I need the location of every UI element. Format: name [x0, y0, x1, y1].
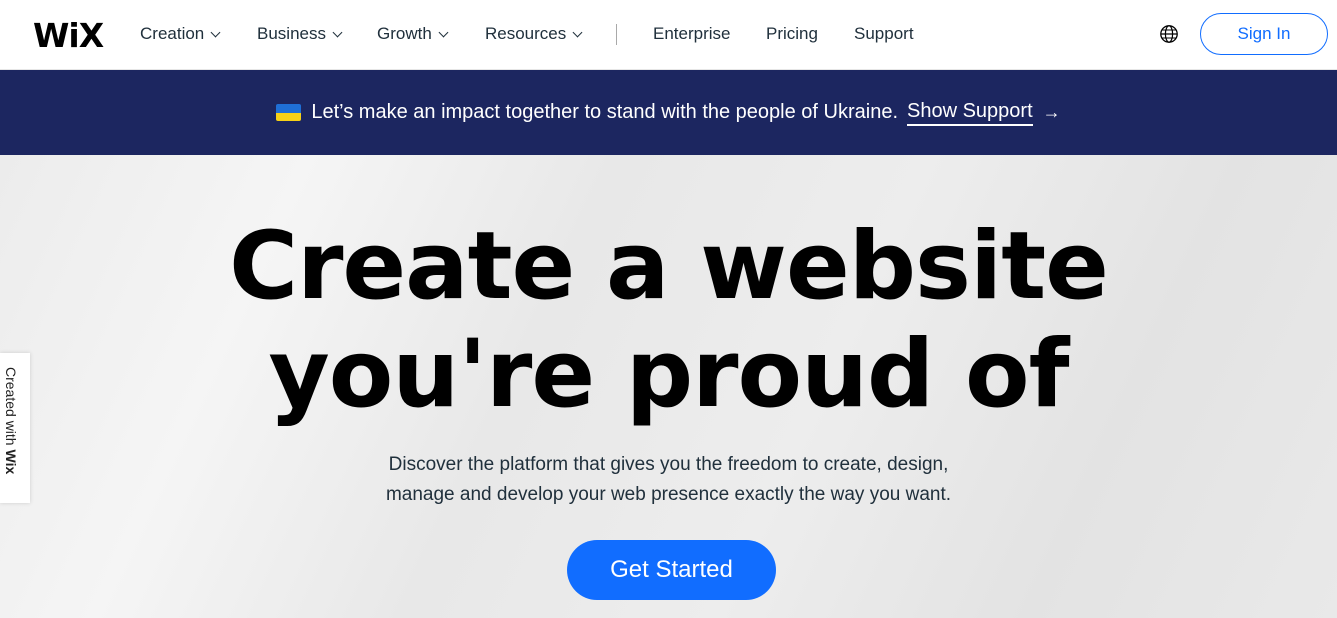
badge-prefix: Created with: [3, 367, 19, 450]
ukraine-support-banner: Let’s make an impact together to stand w…: [0, 70, 1337, 155]
chevron-down-icon: [210, 27, 221, 37]
hero-title-line-2: you're proud of: [268, 320, 1069, 429]
badge-brand: Wix: [3, 449, 19, 475]
chevron-down-icon: [438, 27, 449, 37]
chevron-down-icon: [572, 27, 583, 37]
banner-message: Let’s make an impact together to stand w…: [311, 101, 898, 123]
nav-resources[interactable]: Resources: [485, 24, 583, 44]
nav-pricing-label: Pricing: [766, 24, 818, 43]
nav-support[interactable]: Support: [854, 24, 914, 44]
nav-divider: [616, 24, 617, 45]
nav-creation-label: Creation: [140, 24, 205, 43]
sign-in-button[interactable]: Sign In: [1200, 13, 1328, 55]
hero-subtitle-line-2: manage and develop your web presence exa…: [385, 484, 952, 505]
ukraine-flag-icon: [276, 104, 302, 121]
nav-resources-label: Resources: [485, 24, 567, 43]
hero-title: Create a website you're proud of: [0, 213, 1337, 429]
nav-creation[interactable]: Creation: [140, 24, 221, 44]
hero-subtitle: Discover the platform that gives you the…: [0, 450, 1337, 510]
top-navigation: WiX Creation Business Growth Resources E…: [0, 0, 1337, 70]
hero-section: Create a website you're proud of Discove…: [0, 155, 1337, 618]
nav-business-label: Business: [257, 24, 326, 43]
arrow-right-icon[interactable]: →: [1043, 102, 1061, 123]
nav-growth-label: Growth: [377, 24, 432, 43]
nav-growth[interactable]: Growth: [377, 24, 449, 44]
nav-pricing[interactable]: Pricing: [766, 24, 818, 44]
globe-icon[interactable]: [1159, 24, 1179, 44]
nav-enterprise[interactable]: Enterprise: [653, 24, 730, 44]
wix-logo[interactable]: WiX: [33, 16, 104, 55]
hero-subtitle-line-1: Discover the platform that gives you the…: [388, 454, 949, 475]
get-started-button[interactable]: Get Started: [567, 540, 776, 600]
created-with-wix-text: Created with Wix: [3, 367, 19, 474]
created-with-wix-badge[interactable]: Created with Wix: [0, 353, 30, 503]
nav-enterprise-label: Enterprise: [653, 24, 731, 43]
nav-business[interactable]: Business: [257, 24, 343, 44]
chevron-down-icon: [332, 27, 343, 37]
hero-title-line-1: Create a website: [229, 212, 1109, 321]
nav-support-label: Support: [854, 24, 914, 43]
show-support-link[interactable]: Show Support: [907, 100, 1033, 126]
